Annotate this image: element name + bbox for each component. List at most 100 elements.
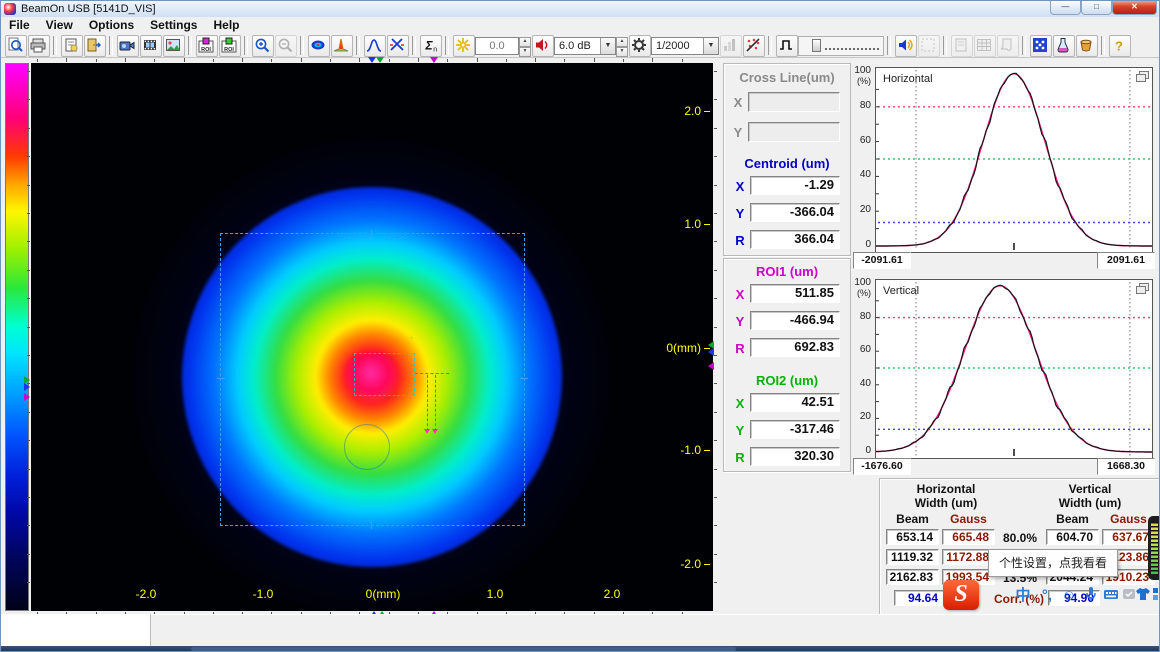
chart-y-tick-label: 40 [851, 378, 871, 389]
print-button[interactable] [28, 35, 50, 57]
fill-button[interactable] [1076, 35, 1098, 57]
cross-section-button[interactable] [387, 35, 409, 57]
application-window: BeamOn USB [5141D_VIS] —□✕ FileViewOptio… [0, 0, 1160, 652]
menu-help[interactable]: Help [205, 17, 247, 34]
menu-settings[interactable]: Settings [142, 17, 205, 34]
beam-y-axis-label: 1.0 [631, 217, 701, 231]
sound-button[interactable] [895, 35, 917, 57]
pattern-button[interactable] [1030, 35, 1052, 57]
ime-tooltip: 个性设置，点我看看 [988, 549, 1118, 577]
marker-left-icon[interactable] [24, 383, 30, 391]
toolbar-separator [53, 36, 57, 55]
beam-display[interactable]: +-2.0-1.00(mm)1.02.02.01.00(mm)-1.0-2.0 [31, 63, 713, 611]
menu-view[interactable]: View [38, 17, 81, 34]
chart-y-tick-label: 100 [851, 65, 871, 76]
svg-text:Σ: Σ [424, 39, 433, 53]
ime-voice-icon[interactable] [1081, 586, 1101, 606]
video-capture-button[interactable] [140, 35, 162, 57]
print-preview-button[interactable] [5, 35, 27, 57]
spin-down-icon[interactable]: ▼ [519, 47, 531, 57]
filter-button[interactable] [743, 35, 765, 57]
toolbar-separator [109, 36, 113, 55]
log-button [997, 35, 1019, 57]
test-button[interactable] [1053, 35, 1075, 57]
roi1-y-label: Y [732, 314, 748, 329]
gain-button[interactable] [532, 35, 554, 57]
roi-handle[interactable] [371, 230, 372, 238]
close-button[interactable]: ✕ [1112, 1, 1157, 15]
gain-spinner[interactable]: ▲▼ [519, 37, 531, 55]
crossline-centroid-group: Cross Line(um) X Y Centroid (um) X -1.29… [723, 63, 851, 256]
marker-left-icon[interactable] [24, 393, 30, 401]
ime-punctuation-icon[interactable]: °, [1037, 586, 1057, 606]
ime-keyboard-icon[interactable] [1101, 586, 1121, 606]
menu-options[interactable]: Options [81, 17, 142, 34]
marker-right-icon[interactable] [708, 362, 714, 370]
spin-up-icon[interactable]: ▲ [616, 37, 628, 47]
spin-up-icon[interactable]: ▲ [519, 37, 531, 47]
h-beam-50: 1119.32 [886, 549, 939, 565]
crossline-x-input[interactable] [748, 92, 840, 112]
exit-button[interactable] [84, 35, 106, 57]
chart-plot-area[interactable] [875, 67, 1153, 253]
toolbar-separator [188, 36, 192, 55]
shutter-speed-select[interactable]: 1/2000▼ [651, 37, 719, 55]
slider-thumb[interactable] [812, 39, 821, 52]
toolbar-separator [887, 36, 891, 55]
shutter-button[interactable] [629, 35, 651, 57]
gauss-fit-button[interactable] [364, 35, 386, 57]
roi1-x-label: X [732, 287, 748, 302]
ime-toolbox-icon[interactable] [1149, 586, 1160, 606]
trigger-mode-button[interactable] [776, 35, 798, 57]
beam-3d-button[interactable] [331, 35, 353, 57]
h-beam-column: Beam [886, 512, 939, 526]
gain-input[interactable]: 0.0 [475, 37, 519, 55]
beam-x-axis-label: -2.0 [122, 587, 170, 601]
marker-top-icon[interactable] [368, 57, 376, 63]
horizontal-width-units: Width (um) [888, 496, 1004, 510]
beam-y-axis-tick [704, 111, 710, 112]
roi-handle[interactable] [520, 378, 528, 379]
status-bar: 2020-08-04 11:13:44Average: OffZoom: 100… [1, 614, 1159, 647]
copy-layers-icon[interactable] [1136, 71, 1149, 81]
help-button[interactable]: ? [1109, 35, 1131, 57]
roi2-r-value: 320.30 [750, 447, 840, 466]
marker-top-icon[interactable] [376, 57, 384, 63]
svg-text:ROI: ROI [201, 47, 211, 53]
gain-db-select[interactable]: 6.0 dB▼ [554, 37, 616, 55]
background-button[interactable] [453, 35, 475, 57]
exposure-slider[interactable] [798, 36, 884, 56]
chart-plot-area[interactable] [875, 279, 1153, 459]
vertical-profile-chart: 100806040200(%)Vertical-1676.601668.30 [851, 271, 1159, 477]
db-spinner[interactable]: ▲▼ [616, 37, 628, 55]
image-view-button[interactable] [163, 35, 185, 57]
crossline-y-input[interactable] [748, 122, 840, 142]
roi2-r-label: R [732, 450, 748, 465]
window-title: BeamOn USB [5141D_VIS] [21, 2, 156, 16]
minimize-button[interactable]: — [1050, 1, 1081, 15]
zoom-in-button[interactable] [252, 35, 274, 57]
roi-handle[interactable] [371, 521, 372, 529]
sogou-ime-logo[interactable]: S [943, 580, 979, 610]
chevron-down-icon[interactable]: ▼ [600, 38, 615, 54]
maximize-button[interactable]: □ [1081, 1, 1112, 15]
camera-button[interactable] [117, 35, 139, 57]
chevron-down-icon[interactable]: ▼ [703, 38, 718, 54]
histogram-button [720, 35, 742, 57]
roi1-button[interactable]: ROI [196, 35, 218, 57]
sum-frames-button[interactable]: Σn [420, 35, 442, 57]
copy-layers-icon[interactable] [1136, 283, 1149, 293]
title-bar[interactable]: BeamOn USB [5141D_VIS] —□✕ [1, 1, 1159, 18]
menu-file[interactable]: File [1, 17, 38, 34]
ime-language-toggle-icon[interactable]: 中 [1013, 586, 1033, 606]
marker-right-icon[interactable] [708, 348, 714, 356]
horizontal-profile-chart: 100806040200(%)Horizontal-2091.612091.61 [851, 59, 1159, 269]
beam-2d-button[interactable] [308, 35, 330, 57]
marker-top-icon[interactable] [430, 57, 438, 63]
roi-handle[interactable] [217, 378, 225, 379]
crossline-y-label: Y [730, 125, 746, 140]
properties-button[interactable] [61, 35, 83, 57]
roi2-button[interactable]: ROI [219, 35, 241, 57]
spin-down-icon[interactable]: ▼ [616, 47, 628, 57]
ime-emoji-icon[interactable]: ☺ [1059, 586, 1079, 606]
